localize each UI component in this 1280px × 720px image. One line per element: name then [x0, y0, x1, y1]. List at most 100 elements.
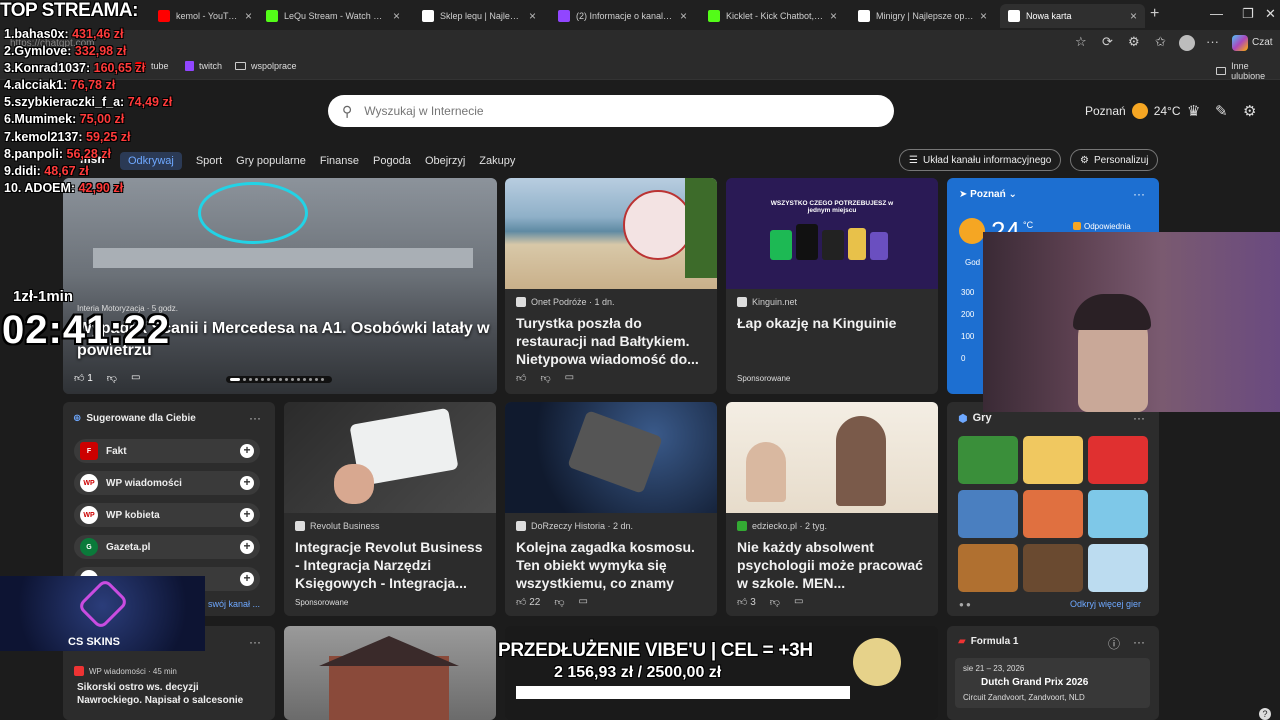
suggested-item-wp-kobieta[interactable]: WP WP kobieta +: [74, 503, 260, 527]
card-title[interactable]: Kolejna zagadka kosmosu. Ten obiekt wymy…: [516, 538, 707, 592]
extensions-icon[interactable]: ⟳: [1102, 34, 1113, 50]
favorite-star-icon[interactable]: ☆: [1075, 34, 1087, 50]
browser-tab[interactable]: Sklep lequ | Najlepsze oprog×: [414, 4, 544, 28]
hero-news-card[interactable]: Interia Motoryzacja · 5 godz. Wypadek Sc…: [63, 178, 497, 394]
close-tab-icon[interactable]: ×: [680, 9, 687, 23]
more-games-link[interactable]: Odkryj więcej gier: [1070, 599, 1141, 609]
browser-tab[interactable]: kemol - YouTube ×: [150, 4, 260, 28]
f1-event-box[interactable]: sie 21 – 23, 2026 Dutch Grand Prix 2026 …: [955, 658, 1150, 708]
bookmark-other[interactable]: Inne ulubione: [1216, 61, 1280, 81]
card-title[interactable]: Turystka poszła do restauracji nad Bałty…: [516, 314, 707, 368]
card-title[interactable]: Łap okazję na Kinguinie: [737, 314, 928, 332]
more-options-icon[interactable]: ···: [1133, 187, 1145, 201]
nav-finanse[interactable]: Finanse: [320, 155, 359, 167]
restore-button[interactable]: ❐: [1242, 6, 1254, 22]
close-tab-icon[interactable]: ×: [1130, 9, 1137, 23]
thumbs-up-icon[interactable]: 👍︎: [516, 372, 526, 384]
nav-obejrzyj[interactable]: Obejrzyj: [425, 155, 465, 167]
weather-widget-header[interactable]: Poznań 24°C: [1085, 103, 1181, 119]
game-tile[interactable]: [1023, 436, 1083, 484]
follow-plus-icon[interactable]: +: [240, 508, 254, 522]
browser-tab[interactable]: LeQu Stream - Watch Live o ×: [258, 4, 408, 28]
more-options-icon[interactable]: ···: [1133, 635, 1145, 649]
more-menu-icon[interactable]: ···: [1206, 34, 1219, 49]
comment-icon[interactable]: ▭: [579, 596, 588, 608]
profile-avatar[interactable]: [1179, 35, 1195, 51]
thumbs-down-icon[interactable]: 👎︎: [107, 372, 117, 384]
search-box[interactable]: ⚲: [328, 95, 894, 127]
bookmark-twitch[interactable]: twitch: [185, 61, 222, 71]
weather-card-city[interactable]: ➤ Poznań ⌄: [959, 189, 1017, 200]
follow-plus-icon[interactable]: +: [240, 476, 254, 490]
more-options-icon[interactable]: ···: [1133, 411, 1145, 425]
comment-icon[interactable]: ▭: [794, 596, 803, 608]
game-tile[interactable]: [1088, 544, 1148, 592]
thumbs-down-icon[interactable]: 👎︎: [770, 596, 780, 608]
more-options-icon[interactable]: ···: [249, 635, 261, 649]
thumbs-down-icon[interactable]: 👎︎: [540, 372, 550, 384]
help-icon[interactable]: ?: [1259, 708, 1271, 720]
thumbs-up-icon[interactable]: 👍︎ 22: [516, 596, 540, 608]
ad-card-kinguin[interactable]: WSZYSTKO CZEGO POTRZEBUJESZ w jednym mie…: [726, 178, 938, 394]
close-tab-icon[interactable]: ×: [245, 9, 252, 23]
collections-icon[interactable]: ✩: [1155, 34, 1166, 50]
game-tile[interactable]: [958, 544, 1018, 592]
nav-zakupy[interactable]: Zakupy: [479, 155, 515, 167]
suggested-more-link[interactable]: swój kanał ...: [208, 599, 260, 609]
browser-tab[interactable]: Nowa karta ×: [1000, 4, 1145, 28]
comment-icon[interactable]: ▭: [131, 372, 140, 384]
suggested-item-fakt[interactable]: F Fakt +: [74, 439, 260, 463]
game-tile[interactable]: [1088, 436, 1148, 484]
bookmark-wspolprace[interactable]: wspolprace: [235, 61, 297, 71]
more-options-icon[interactable]: ···: [249, 411, 261, 425]
thumbs-down-icon[interactable]: 👎︎: [554, 596, 564, 608]
browser-tab[interactable]: (2) Informacje o kanale kajo×: [550, 4, 695, 28]
comment-icon[interactable]: ▭: [565, 372, 574, 384]
edit-icon[interactable]: ✎: [1215, 102, 1228, 120]
info-icon[interactable]: ⓘ: [1108, 635, 1120, 652]
ad-card-revolut[interactable]: Revolut Business Integracje Revolut Busi…: [284, 402, 496, 616]
copilot-icon[interactable]: [1232, 35, 1248, 51]
carousel-dots[interactable]: ● ●: [959, 600, 971, 609]
card-title[interactable]: Sikorski ostro ws. decyzji Nawrockiego. …: [77, 681, 262, 707]
close-window-button[interactable]: ✕: [1265, 6, 1276, 22]
carousel-dots[interactable]: [226, 376, 332, 383]
browser-tab[interactable]: Minigry | Najlepsze oprogra×: [850, 4, 995, 28]
close-tab-icon[interactable]: ×: [980, 9, 987, 23]
close-tab-icon[interactable]: ×: [393, 9, 400, 23]
game-tile[interactable]: [1088, 490, 1148, 538]
follow-plus-icon[interactable]: +: [240, 444, 254, 458]
nav-sport[interactable]: Sport: [196, 155, 222, 167]
shield-icon[interactable]: ⚙: [1128, 34, 1140, 50]
new-tab-button[interactable]: +: [1150, 5, 1159, 23]
news-card-edziecko[interactable]: edziecko.pl · 2 tyg. Nie każdy absolwent…: [726, 402, 938, 616]
thumbs-up-icon[interactable]: 👍︎ 1: [74, 372, 93, 384]
suggested-item-gazeta[interactable]: G Gazeta.pl +: [74, 535, 260, 559]
game-tile[interactable]: [1023, 490, 1083, 538]
follow-plus-icon[interactable]: +: [240, 540, 254, 554]
nav-gry-popularne[interactable]: Gry popularne: [236, 155, 306, 167]
rewards-icon[interactable]: ♛: [1187, 102, 1200, 120]
browser-tab[interactable]: Kicklet - Kick Chatbot, Kick V×: [700, 4, 845, 28]
game-tile[interactable]: [958, 436, 1018, 484]
news-card-building[interactable]: [284, 626, 496, 720]
feed-layout-button[interactable]: ☰ Układ kanału informacyjnego: [899, 149, 1062, 171]
news-card-onet[interactable]: Onet Podróże · 1 dn. Turystka poszła do …: [505, 178, 717, 394]
suggested-item-wp[interactable]: WP WP wiadomości +: [74, 471, 260, 495]
follow-plus-icon[interactable]: +: [240, 572, 254, 586]
search-input[interactable]: [362, 103, 843, 119]
card-title[interactable]: Nie każdy absolwent psychologii może pra…: [737, 538, 928, 592]
f1-card[interactable]: ▰ Formula 1 ⓘ ··· sie 21 – 23, 2026 Dutch…: [947, 626, 1159, 720]
chat-label[interactable]: Czat: [1252, 37, 1273, 48]
card-title[interactable]: Integracje Revolut Business - Integracja…: [295, 538, 486, 592]
game-tile[interactable]: [958, 490, 1018, 538]
minimize-button[interactable]: —: [1210, 6, 1223, 21]
close-tab-icon[interactable]: ×: [529, 9, 536, 23]
settings-icon[interactable]: ⚙: [1243, 102, 1256, 120]
nav-pogoda[interactable]: Pogoda: [373, 155, 411, 167]
thumbs-up-icon[interactable]: 👍︎ 3: [737, 596, 756, 608]
personalize-button[interactable]: ⚙ Personalizuj: [1070, 149, 1159, 171]
news-card-dorzeczy[interactable]: DoRzeczy Historia · 2 dn. Kolejna zagadk…: [505, 402, 717, 616]
close-tab-icon[interactable]: ×: [830, 9, 837, 23]
game-tile[interactable]: [1023, 544, 1083, 592]
